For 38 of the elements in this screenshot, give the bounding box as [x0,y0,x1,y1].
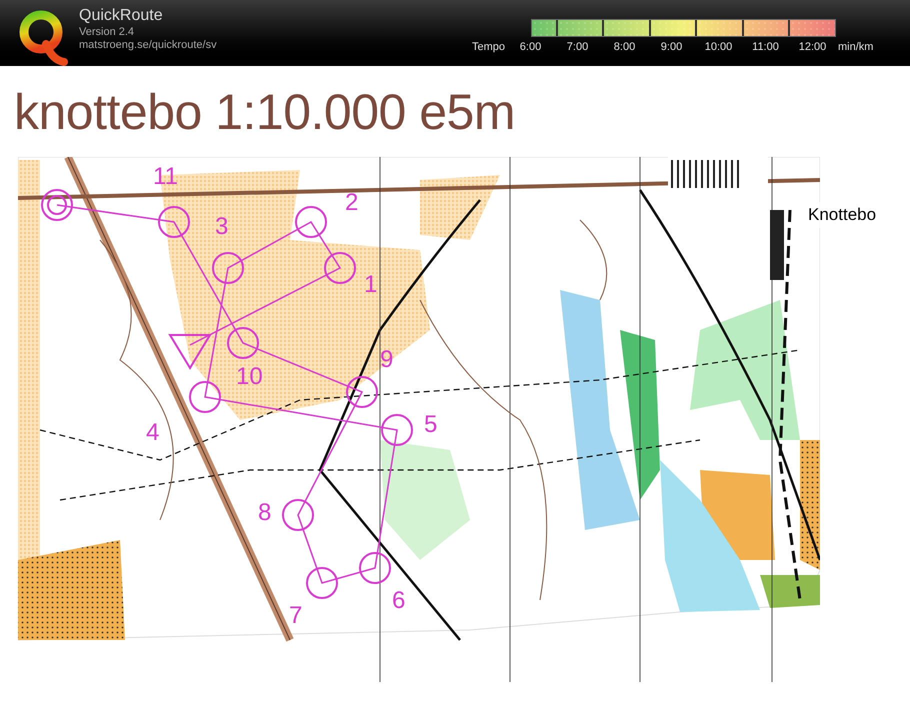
control-circle [306,567,338,599]
control-number: 1 [364,272,378,298]
tempo-tick-label: 6:00 [518,40,542,55]
control-circle [282,499,314,531]
control-circle [158,206,190,238]
control-number: 10 [236,364,263,390]
tempo-tick-label: 12:00 [798,40,828,55]
control-circle [295,206,327,238]
tempo-tick-label: 8:00 [612,40,636,55]
tempo-tick-label: 7:00 [566,40,590,55]
finish-circle-icon [41,189,73,221]
control-number: 4 [146,420,160,446]
control-circle [381,414,413,446]
app-name: QuickRoute [79,6,164,26]
control-circle [324,252,356,284]
control-circle [227,327,259,359]
place-label: Knottebo [808,202,878,228]
control-number: 11 [153,164,178,190]
control-number: 6 [392,588,406,614]
control-number: 8 [258,500,272,526]
tempo-tick-label: 11:00 [751,40,780,55]
control-circle [189,381,221,413]
control-circle [346,376,378,408]
control-circle [212,252,244,284]
tempo-label: Tempo [470,40,506,55]
tempo-tick-label: 9:00 [660,40,684,55]
control-circle [359,552,391,584]
app-url: matstroeng.se/quickroute/sv [79,39,217,52]
control-number: 7 [289,603,302,629]
control-number: 9 [380,347,394,373]
unit-label: min/km [838,40,874,55]
control-number: 2 [345,190,358,216]
tempo-tick-label: 10:00 [704,40,734,55]
app-version: Version 2.4 [79,26,136,39]
control-number: 3 [215,214,228,240]
control-number: 5 [424,412,438,438]
start-triangle-icon [168,334,212,370]
map-title: knottebo 1:10.000 e5m [14,83,516,142]
